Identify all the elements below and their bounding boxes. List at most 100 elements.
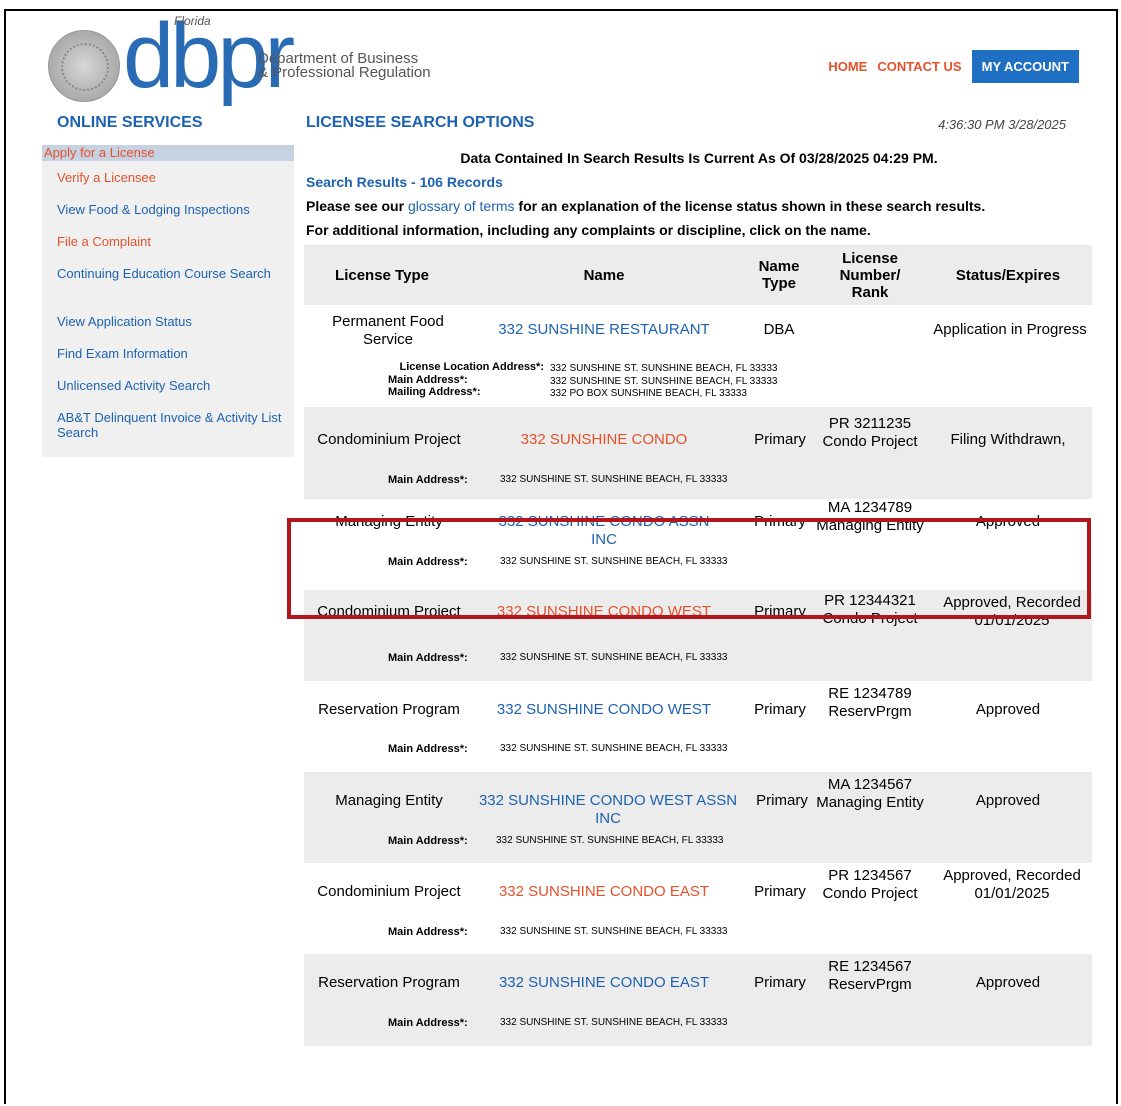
row-license-type: Reservation Program (318, 974, 460, 991)
sidebar-item-complaint[interactable]: File a Complaint (57, 234, 287, 249)
main-address-label: Main Address*: (388, 1017, 468, 1029)
main-address-label: Main Address*: (388, 743, 468, 755)
nav-home-link[interactable]: HOME (828, 59, 867, 74)
col-name: Name (583, 266, 625, 284)
row-status: Approved (975, 701, 1041, 718)
table-row: Condominium Project 332 SUNSHINE CONDO E… (304, 863, 1092, 954)
license-rank: Condo Project (822, 885, 918, 902)
row-name-link[interactable]: 332 SUNSHINE CONDO WEST (484, 701, 724, 719)
sidebar-item-exam-info[interactable]: Find Exam Information (57, 346, 287, 361)
sidebar: Apply for a License Verify a Licensee Vi… (42, 145, 294, 457)
main-address-value: 332 SUNSHINE ST. SUNSHINE BEACH, FL 3333… (500, 652, 728, 663)
license-number: MA 1234789 (827, 499, 913, 516)
row-name-type: Primary (754, 701, 806, 718)
row-status: Application in Progress (933, 321, 1087, 338)
sidebar-item-apply[interactable]: Apply for a License (42, 145, 294, 161)
row-license-type: Condominium Project (317, 883, 461, 900)
glossary-notice: Please see our glossary of terms for an … (306, 198, 985, 214)
table-row: Reservation Program 332 SUNSHINE CONDO E… (304, 954, 1092, 1046)
main-address-value: 332 SUNSHINE ST. SUNSHINE BEACH, FL 3333… (500, 1017, 728, 1028)
license-rank: ReservPrgm (828, 703, 912, 720)
row-license-number: PR 1234567 Condo Project (816, 867, 924, 903)
main-address-value: 332 SUNSHINE ST. SUNSHINE BEACH, FL 3333… (496, 835, 724, 846)
logo-department-name: Department of Business & Professional Re… (258, 51, 431, 81)
license-number: RE 1234789 (828, 685, 912, 702)
additional-info-notice: For additional information, including an… (306, 222, 871, 238)
row-license-type: Reservation Program (318, 701, 460, 718)
sidebar-item-app-status[interactable]: View Application Status (57, 314, 287, 329)
sidebar-item-abt-invoice[interactable]: AB&T Delinquent Invoice & Activity List … (57, 410, 287, 440)
sidebar-item-unlicensed[interactable]: Unlicensed Activity Search (57, 378, 287, 393)
data-current-notice: Data Contained In Search Results Is Curr… (460, 150, 938, 166)
row-license-type: Managing Entity (335, 792, 443, 809)
license-rank: Condo Project (822, 433, 918, 450)
results-table: License Type Name Name Type License Numb… (304, 245, 1092, 1046)
logo-florida-text: Florida (174, 14, 211, 28)
row-status: Approved (975, 792, 1041, 809)
florida-seal-logo (48, 30, 120, 102)
main-address-label: Main Address*: (388, 835, 468, 847)
glossary-post-text: for an explanation of the license status… (514, 198, 986, 214)
main-address-label: Main Address*: (388, 926, 468, 938)
row-license-type: Permanent Food Service (332, 313, 444, 348)
row-name-type: Primary (754, 974, 806, 991)
main-address-value: 332 SUNSHINE ST. SUNSHINE BEACH, FL 3333… (500, 743, 728, 754)
main-address-value: 332 SUNSHINE ST. SUNSHINE BEACH, FL 3333… (550, 376, 778, 387)
table-header: License Type Name Name Type License Numb… (304, 245, 1092, 305)
main-address-value: 332 SUNSHINE ST. SUNSHINE BEACH, FL 3333… (500, 926, 728, 937)
col-license-type: License Type (335, 266, 429, 284)
glossary-pre-text: Please see our (306, 198, 408, 214)
table-row: Condominium Project 332 SUNSHINE CONDO P… (304, 407, 1092, 499)
sidebar-item-verify[interactable]: Verify a Licensee (57, 170, 287, 185)
license-rank: ReservPrgm (828, 976, 912, 993)
license-rank: Managing Entity (816, 794, 924, 811)
mailing-address-value: 332 PO BOX SUNSHINE BEACH, FL 33333 (550, 388, 747, 399)
sidebar-title: ONLINE SERVICES (57, 114, 203, 131)
main-address-label: Main Address*: (388, 374, 468, 386)
row-name-type: Primary (754, 431, 806, 448)
row-license-number: PR 3211235 Condo Project (816, 415, 924, 451)
clock-timestamp: 4:36:30 PM 3/28/2025 (938, 117, 1066, 132)
row-status: Approved (975, 974, 1041, 991)
red-highlight-box (287, 518, 1091, 619)
table-row: Reservation Program 332 SUNSHINE CONDO W… (304, 681, 1092, 772)
mailing-address-label: Mailing Address*: (388, 386, 481, 398)
top-nav: HOME CONTACT US MY ACCOUNT (828, 50, 1079, 83)
license-number: MA 1234567 (827, 776, 913, 793)
sidebar-item-food-lodging[interactable]: View Food & Lodging Inspections (57, 202, 287, 217)
logo-dept-line2: & Professional Regulation (258, 64, 431, 81)
row-name-type: DBA (763, 321, 795, 338)
col-license-number: License Number/ Rank (839, 249, 901, 301)
sidebar-item-ce-search[interactable]: Continuing Education Course Search (57, 266, 287, 281)
location-address-value: 332 SUNSHINE ST. SUNSHINE BEACH, FL 3333… (550, 363, 778, 374)
col-name-type: Name Type (758, 258, 800, 292)
row-license-number: RE 1234789 ReservPrgm (816, 685, 924, 721)
glossary-link[interactable]: glossary of terms (408, 198, 515, 214)
row-name-link[interactable]: 332 SUNSHINE CONDO (484, 431, 724, 449)
row-license-number: RE 1234567 ReservPrgm (816, 958, 924, 994)
row-license-type: Condominium Project (317, 431, 461, 448)
main-address-label: Main Address*: (388, 652, 468, 664)
location-address-label: License Location Address*: (399, 361, 544, 373)
row-name-type: Primary (756, 792, 808, 809)
license-number: RE 1234567 (828, 958, 912, 975)
row-name-link[interactable]: 332 SUNSHINE CONDO EAST (484, 883, 724, 901)
license-number: PR 1234567 (828, 867, 912, 884)
row-name-type: Primary (754, 883, 806, 900)
my-account-button[interactable]: MY ACCOUNT (971, 50, 1079, 83)
table-row: Permanent Food Service 332 SUNSHINE REST… (304, 305, 1092, 407)
table-row: Managing Entity 332 SUNSHINE CONDO WEST … (304, 772, 1092, 863)
row-name-link[interactable]: 332 SUNSHINE RESTAURANT (494, 321, 714, 339)
row-status: Filing Withdrawn, (950, 431, 1066, 448)
row-name-link[interactable]: 332 SUNSHINE CONDO WEST ASSN INC (472, 792, 744, 828)
row-name-link[interactable]: 332 SUNSHINE CONDO EAST (484, 974, 724, 992)
col-status: Status/Expires (955, 266, 1061, 284)
page-title: LICENSEE SEARCH OPTIONS (306, 114, 535, 131)
license-number: PR 3211235 (828, 415, 912, 432)
search-results-count: Search Results - 106 Records (306, 174, 503, 190)
row-status: Approved, Recorded 01/01/2025 (943, 867, 1081, 902)
row-license-number: MA 1234567 Managing Entity (814, 776, 926, 812)
main-address-label: Main Address*: (388, 474, 468, 486)
main-address-value: 332 SUNSHINE ST. SUNSHINE BEACH, FL 3333… (500, 474, 728, 485)
nav-contact-link[interactable]: CONTACT US (877, 59, 961, 74)
